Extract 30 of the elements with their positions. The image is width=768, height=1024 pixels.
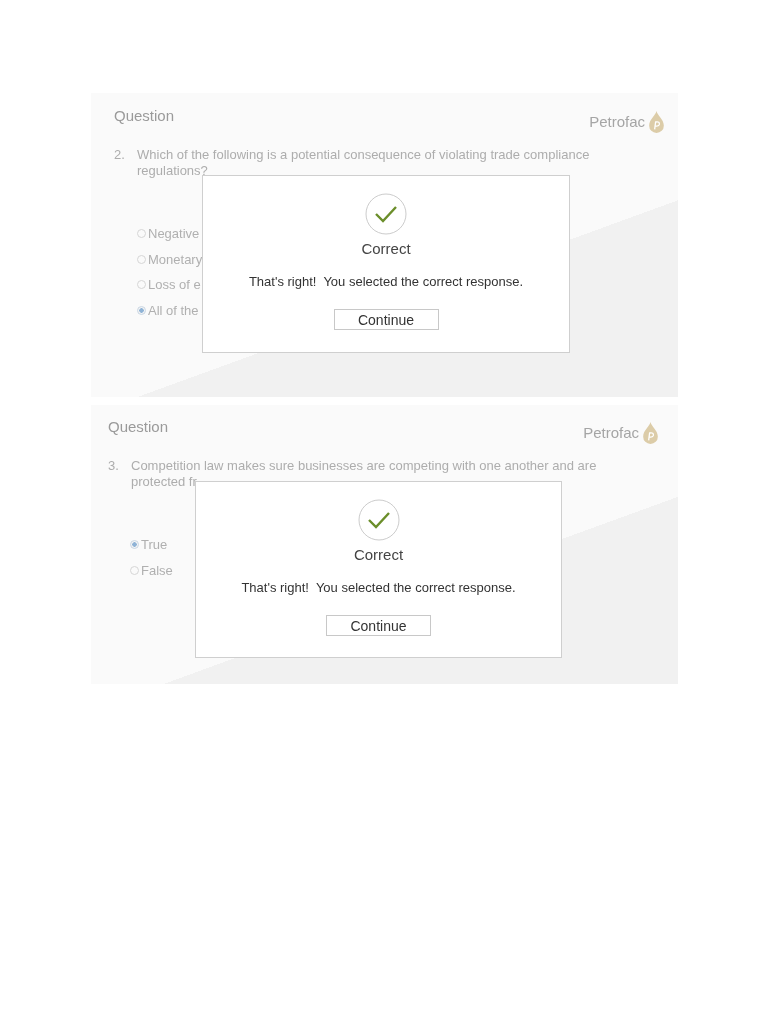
drop-logo-icon [643, 422, 658, 444]
radio-button[interactable] [130, 540, 139, 550]
option-label: False [141, 562, 173, 578]
radio-button[interactable] [130, 565, 139, 575]
slide-heading: Question [108, 418, 169, 436]
question-number: 2. [114, 147, 126, 164]
drop-logo-icon [649, 111, 664, 133]
dialog-message: That's right! You selected the correct response. [241, 580, 516, 596]
question-number: 3. [108, 458, 120, 475]
radio-button[interactable] [137, 305, 146, 315]
option-label: True [141, 537, 168, 553]
question-text: Which of the following is a potential consequence of violating trade compliance regulations? [137, 147, 591, 179]
option-label: Monetary [148, 251, 203, 267]
radio-button[interactable] [137, 229, 146, 239]
dialog-message: That's right! You selected the correct response. [248, 274, 524, 290]
continue-button[interactable]: Continue [326, 615, 431, 636]
logo-text: Petrofac [589, 113, 645, 131]
checkmark-icon [365, 193, 407, 235]
continue-button[interactable]: Continue [333, 309, 439, 330]
dialog-title: Correct [353, 546, 404, 564]
radio-button[interactable] [137, 280, 146, 290]
question-text: Competition law makes sure businesses are competing with one another and are protected fr [131, 458, 598, 490]
slide-heading: Question [114, 107, 175, 125]
logo-text: Petrofac [583, 424, 639, 442]
option-label: All of the [148, 302, 199, 318]
option-label: Negative [148, 226, 200, 242]
option-label: Loss of e [148, 277, 201, 293]
dialog-title: Correct [361, 240, 411, 258]
checkmark-icon [357, 499, 400, 541]
radio-button[interactable] [137, 254, 146, 264]
